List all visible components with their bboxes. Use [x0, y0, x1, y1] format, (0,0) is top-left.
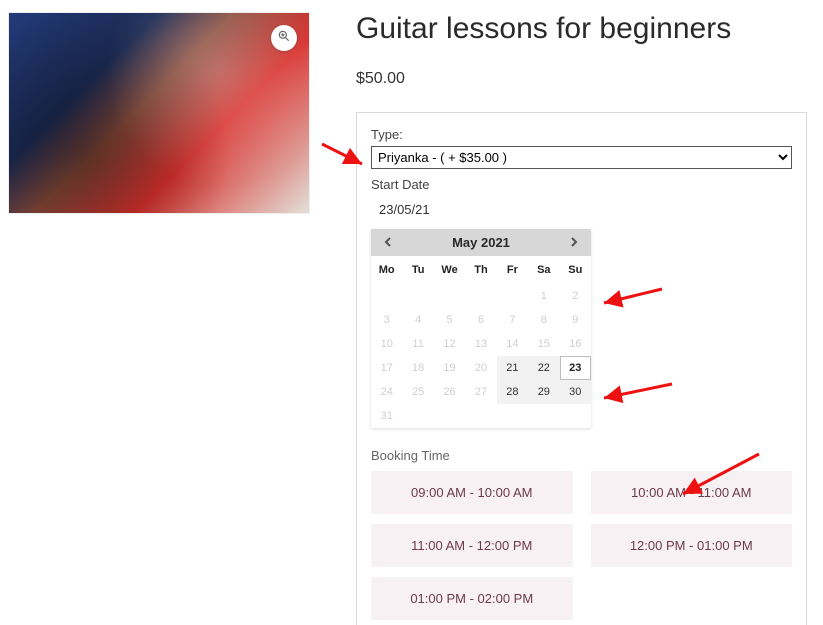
calendar-day: 27	[465, 380, 496, 404]
calendar-row: 31	[371, 404, 591, 428]
calendar-day: 19	[434, 356, 465, 380]
calendar-day: 6	[465, 308, 496, 332]
calendar-day[interactable]: 21	[497, 356, 528, 380]
dow: Tu	[402, 256, 433, 284]
calendar-day-blank	[528, 404, 559, 428]
calendar-day-blank	[402, 404, 433, 428]
search-plus-icon	[277, 29, 291, 48]
calendar-day: 12	[434, 332, 465, 356]
calendar-row: 3456789	[371, 308, 591, 332]
calendar-day-blank	[497, 284, 528, 308]
time-slot[interactable]: 12:00 PM - 01:00 PM	[591, 524, 793, 567]
calendar-next[interactable]	[567, 236, 581, 250]
time-slot[interactable]: 11:00 AM - 12:00 PM	[371, 524, 573, 567]
calendar-day[interactable]: 28	[497, 380, 528, 404]
type-select[interactable]: Priyanka - ( + $35.00 )	[371, 146, 792, 169]
dow: Mo	[371, 256, 402, 284]
start-date-label: Start Date	[371, 177, 792, 192]
calendar-grid: Mo Tu We Th Fr Sa Su 1234567891011121314…	[371, 256, 591, 428]
dow: Th	[465, 256, 496, 284]
calendar-day-blank	[465, 284, 496, 308]
calendar-day-blank	[434, 404, 465, 428]
calendar-day: 18	[402, 356, 433, 380]
product-title: Guitar lessons for beginners	[356, 12, 807, 46]
chevron-right-icon	[569, 235, 579, 250]
calendar-day: 2	[560, 284, 591, 308]
calendar-row: 12	[371, 284, 591, 308]
booking-time-label: Booking Time	[371, 448, 792, 463]
booking-panel: Type: Priyanka - ( + $35.00 ) Start Date…	[356, 112, 807, 625]
calendar-header: May 2021	[371, 229, 591, 256]
calendar-day-blank	[371, 284, 402, 308]
chevron-left-icon	[383, 235, 393, 250]
calendar-day: 14	[497, 332, 528, 356]
product-page: Guitar lessons for beginners $50.00 Type…	[0, 0, 823, 625]
product-image[interactable]	[8, 12, 310, 214]
calendar-day: 25	[402, 380, 433, 404]
calendar-day: 8	[528, 308, 559, 332]
calendar-day: 26	[434, 380, 465, 404]
dow: Sa	[528, 256, 559, 284]
product-price: $50.00	[356, 70, 807, 88]
calendar: May 2021 Mo Tu We Th Fr Sa Su 1	[371, 229, 591, 428]
calendar-day: 15	[528, 332, 559, 356]
calendar-day[interactable]: 30	[560, 380, 591, 404]
calendar-day: 13	[465, 332, 496, 356]
calendar-day: 1	[528, 284, 559, 308]
dow: Fr	[497, 256, 528, 284]
zoom-button[interactable]	[271, 25, 297, 51]
calendar-day: 24	[371, 380, 402, 404]
time-slot[interactable]: 01:00 PM - 02:00 PM	[371, 577, 573, 620]
product-content: Guitar lessons for beginners $50.00 Type…	[356, 12, 807, 625]
calendar-day-blank	[402, 284, 433, 308]
time-slot[interactable]: 09:00 AM - 10:00 AM	[371, 471, 573, 514]
time-slots: 09:00 AM - 10:00 AM 10:00 AM - 11:00 AM …	[371, 471, 792, 620]
calendar-row: 10111213141516	[371, 332, 591, 356]
calendar-day[interactable]: 29	[528, 380, 559, 404]
calendar-row: 24252627282930	[371, 380, 591, 404]
calendar-day-blank	[560, 404, 591, 428]
calendar-day: 10	[371, 332, 402, 356]
calendar-day[interactable]: 23	[560, 356, 591, 380]
calendar-dow-row: Mo Tu We Th Fr Sa Su	[371, 256, 591, 284]
calendar-day: 11	[402, 332, 433, 356]
calendar-day: 9	[560, 308, 591, 332]
calendar-day-blank	[465, 404, 496, 428]
calendar-day[interactable]: 22	[528, 356, 559, 380]
calendar-day: 20	[465, 356, 496, 380]
calendar-day-blank	[434, 284, 465, 308]
calendar-month-label: May 2021	[452, 235, 510, 250]
calendar-day: 16	[560, 332, 591, 356]
calendar-day-blank	[497, 404, 528, 428]
dow: Su	[560, 256, 591, 284]
time-slot[interactable]: 10:00 AM - 11:00 AM	[591, 471, 793, 514]
calendar-day: 7	[497, 308, 528, 332]
calendar-day: 4	[402, 308, 433, 332]
calendar-day: 3	[371, 308, 402, 332]
type-label: Type:	[371, 127, 792, 142]
calendar-day: 5	[434, 308, 465, 332]
dow: We	[434, 256, 465, 284]
calendar-day: 17	[371, 356, 402, 380]
calendar-day: 31	[371, 404, 402, 428]
start-date-value[interactable]: 23/05/21	[371, 192, 792, 227]
calendar-prev[interactable]	[381, 236, 395, 250]
calendar-row: 17181920212223	[371, 356, 591, 380]
